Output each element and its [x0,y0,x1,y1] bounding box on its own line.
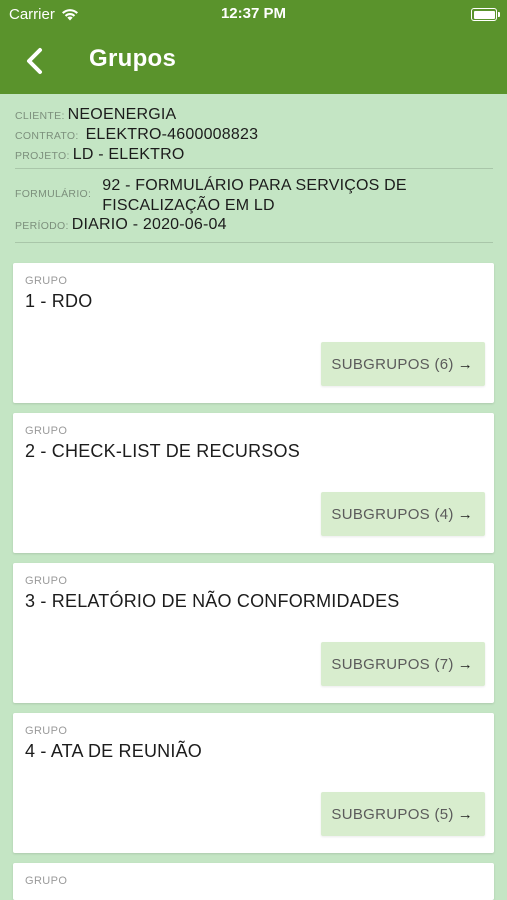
formulario-line-1: 92 - FORMULÁRIO PARA SERVIÇOS DE [102,177,407,194]
periodo-row: PERÍODO: DIARIO - 2020-06-04 [15,216,493,238]
divider [15,168,493,169]
subgroups-button[interactable]: SUBGRUPOS (6) → [321,342,485,386]
divider [15,242,493,243]
group-name: 1 - RDO [25,291,93,311]
subgroups-button-label: SUBGRUPOS (5) [331,805,454,823]
projeto-row: PROJETO: LD - ELEKTRO [15,146,493,168]
battery-icon [471,8,500,21]
periodo-value: DIARIO - 2020-06-04 [71,216,227,233]
cliente-value: NEOENERGIA [67,106,177,123]
group-name: 4 - ATA DE REUNIÃO [25,741,202,761]
nav-bar: Grupos [0,30,507,94]
subgroups-button[interactable]: SUBGRUPOS (4) → [321,492,485,536]
contrato-value: ELEKTRO-4600008823 [85,126,259,143]
subgroups-button-label: SUBGRUPOS (6) [331,355,454,373]
arrow-right-icon: → [457,505,473,523]
group-card: GRUPO 2 - CHECK-LIST DE RECURSOS SUBGRUP… [13,413,494,553]
subgroups-button-label: SUBGRUPOS (4) [331,505,454,523]
subgroups-button[interactable]: SUBGRUPOS (7) → [321,642,485,686]
cliente-row: CLIENTE: NEOENERGIA [15,106,493,126]
periodo-label: PERÍODO: [15,220,69,232]
formulario-value: 92 - FORMULÁRIO PARA SERVIÇOS DE FISCALI… [102,176,407,216]
contrato-label: CONTRATO: [15,130,79,142]
formulario-row: FORMULÁRIO: 92 - FORMULÁRIO PARA SERVIÇO… [15,176,493,216]
arrow-right-icon: → [457,355,473,373]
group-card: GRUPO 3 - RELATÓRIO DE NÃO CONFORMIDADES… [13,563,494,703]
group-card: GRUPO [13,863,494,900]
status-bar: Carrier 12:37 PM [0,0,507,30]
formulario-label: FORMULÁRIO: [15,188,92,200]
subgroups-button[interactable]: SUBGRUPOS (5) → [321,792,485,836]
group-label: GRUPO [25,725,68,737]
group-label: GRUPO [25,875,68,887]
contrato-row: CONTRATO: ELEKTRO-4600008823 [15,126,493,146]
subgroups-button-label: SUBGRUPOS (7) [331,655,454,673]
page-title: Grupos [89,45,177,72]
formulario-line-2: FISCALIZAÇÃO EM LD [102,197,275,214]
back-chevron-icon[interactable] [22,44,52,78]
group-label: GRUPO [25,275,68,287]
arrow-right-icon: → [457,655,473,673]
group-card: GRUPO 4 - ATA DE REUNIÃO SUBGRUPOS (5) → [13,713,494,853]
group-card: GRUPO 1 - RDO SUBGRUPOS (6) → [13,263,494,403]
projeto-value: LD - ELEKTRO [72,146,185,163]
form-info-panel: CLIENTE: NEOENERGIA CONTRATO: ELEKTRO-46… [15,106,493,243]
status-time: 12:37 PM [220,5,287,22]
arrow-right-icon: → [457,805,473,823]
battery-fill [473,10,495,19]
group-name: 3 - RELATÓRIO DE NÃO CONFORMIDADES [25,591,400,611]
group-label: GRUPO [25,425,68,437]
projeto-label: PROJETO: [15,150,70,162]
cliente-label: CLIENTE: [15,110,65,122]
group-label: GRUPO [25,575,68,587]
group-name: 2 - CHECK-LIST DE RECURSOS [25,441,300,461]
